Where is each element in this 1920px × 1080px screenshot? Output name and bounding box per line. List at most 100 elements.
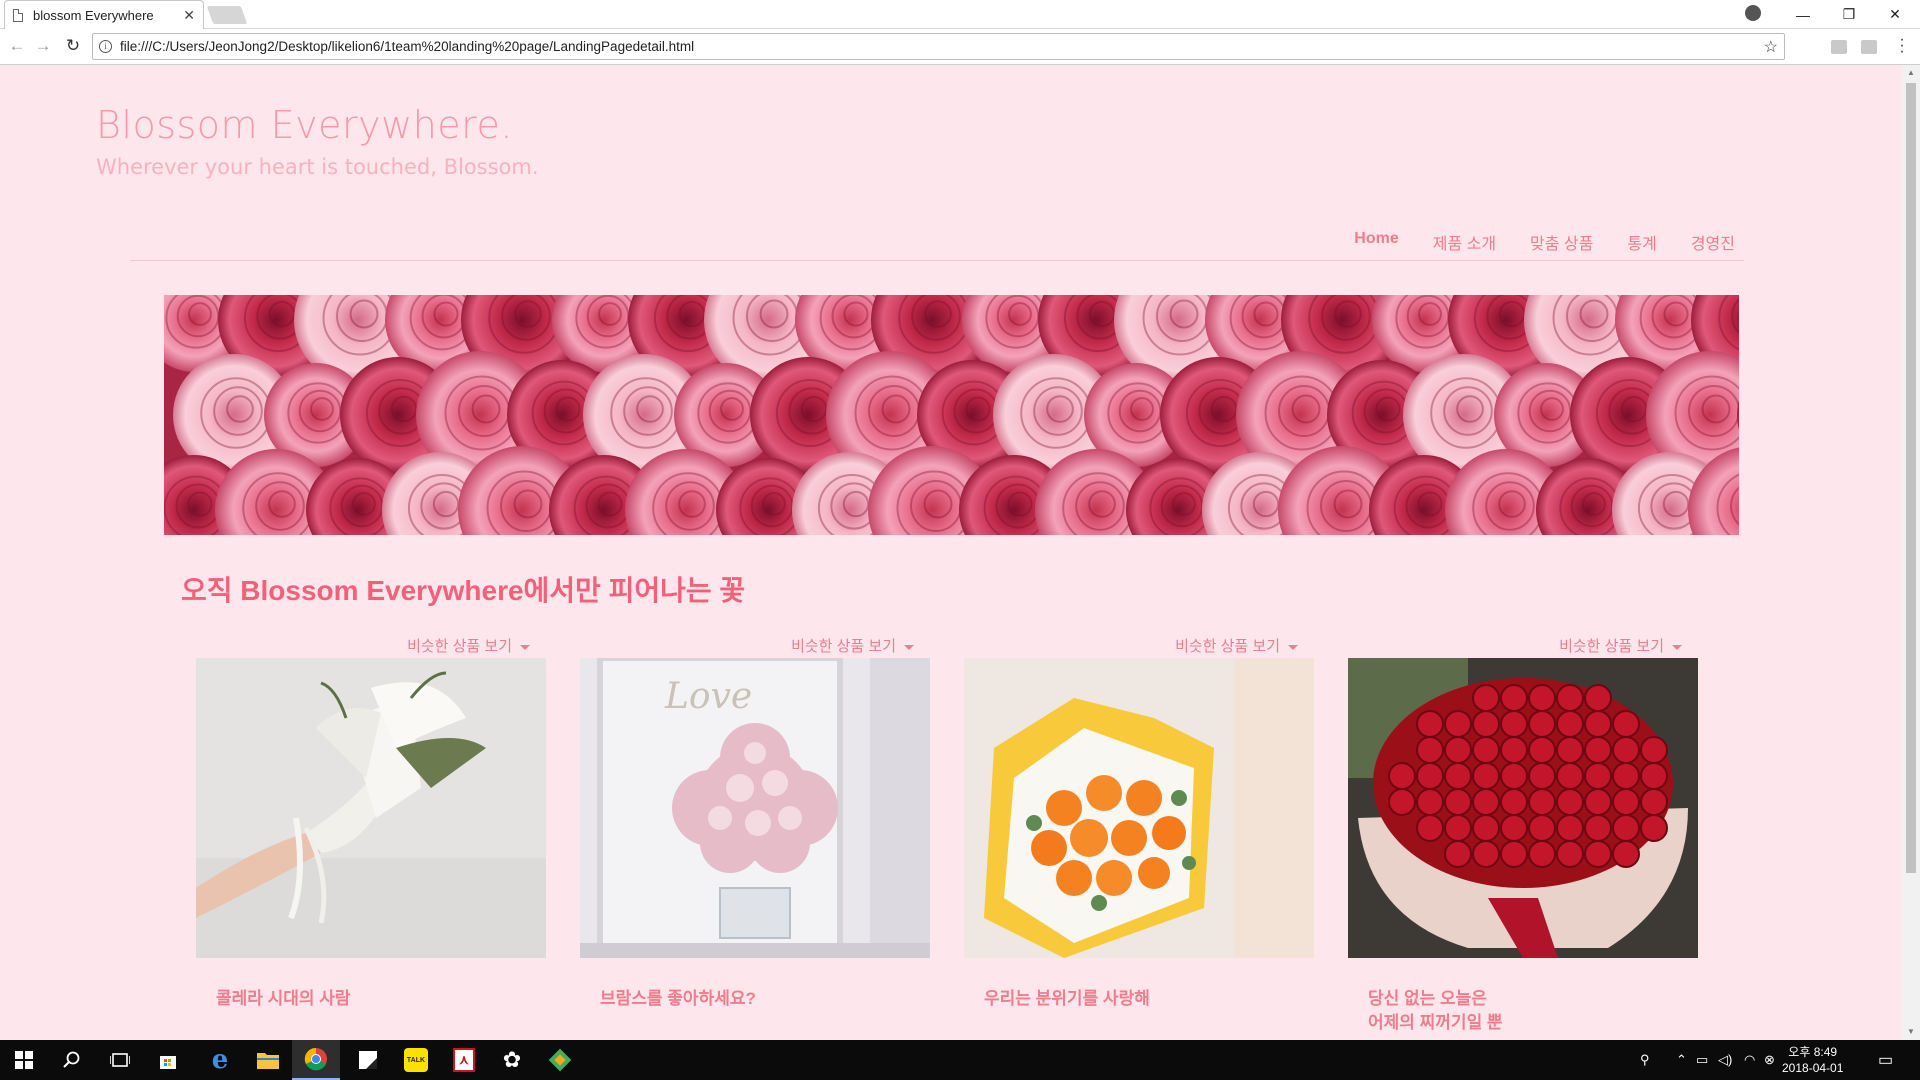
nav-custom[interactable]: 맞춤 상품 — [1513, 230, 1610, 254]
red-rose-shape — [1640, 762, 1668, 790]
product-image-calla-lily[interactable] — [196, 658, 546, 958]
caption-line: 어제의 찌꺼기일 뿐 — [1368, 1013, 1503, 1032]
similar-products-dropdown[interactable]: 비슷한 상품 보기 — [791, 635, 914, 656]
site-brand[interactable]: Blossom Everywhere. — [96, 103, 513, 147]
red-rose-shape — [1556, 684, 1584, 712]
red-rose-shape — [1556, 814, 1584, 842]
tab-close-button[interactable]: ✕ — [183, 7, 195, 24]
similar-products-dropdown[interactable]: 비슷한 상품 보기 — [1175, 635, 1298, 656]
clock-date: 2018-04-01 — [1782, 1061, 1844, 1075]
red-rose-shape — [1584, 710, 1612, 738]
close-window-button[interactable]: ✕ — [1872, 0, 1918, 29]
similar-products-dropdown[interactable]: 비슷한 상품 보기 — [407, 635, 530, 656]
red-rose-shape — [1556, 840, 1584, 868]
network-status-icon[interactable]: ⊗ — [1764, 1052, 1775, 1068]
nav-executives[interactable]: 경영진 — [1674, 230, 1752, 254]
caret-down-icon — [1288, 644, 1298, 650]
minimize-button[interactable]: — — [1780, 0, 1826, 29]
extension-icon[interactable] — [1831, 40, 1847, 54]
product-caption[interactable]: 우리는 분위기를 사랑해 — [984, 987, 1150, 1011]
kakaotalk-label: TALK — [404, 1048, 428, 1072]
task-view-icon[interactable] — [96, 1040, 144, 1080]
red-rose-shape — [1584, 840, 1612, 868]
forward-button[interactable]: → — [32, 36, 54, 56]
red-rose-shape — [1556, 788, 1584, 816]
edge-icon[interactable]: e — [196, 1040, 244, 1080]
main-nav: Home 제품 소개 맞춤 상품 통계 경영진 — [1337, 230, 1752, 254]
profile-icon[interactable] — [1745, 5, 1761, 21]
scroll-up-arrow-icon[interactable]: ▲ — [1907, 68, 1915, 77]
product-image-red-roses[interactable] — [1348, 658, 1698, 958]
similar-products-dropdown[interactable]: 비슷한 상품 보기 — [1559, 635, 1682, 656]
caret-down-icon — [904, 644, 914, 650]
red-rose-shape — [1584, 788, 1612, 816]
web-page: Blossom Everywhere. Wherever your heart … — [0, 65, 1902, 1040]
product-caption[interactable]: 브람스를 좋아하세요? — [600, 987, 756, 1011]
dropdown-label: 비슷한 상품 보기 — [1559, 638, 1664, 655]
vertical-scrollbar[interactable]: ▲ ▼ — [1902, 65, 1920, 1040]
kakaotalk-icon[interactable]: TALK — [392, 1040, 440, 1080]
red-rose-shape — [1416, 814, 1444, 842]
scrollbar-thumb[interactable] — [1906, 83, 1916, 873]
bookmark-star-icon[interactable]: ☆ — [1764, 37, 1778, 57]
gear-app-icon[interactable]: ✿ — [488, 1040, 536, 1080]
red-rose-shape — [1556, 736, 1584, 764]
browser-tab[interactable]: blossom Everywhere ✕ — [4, 0, 204, 29]
product-caption[interactable]: 당신 없는 오늘은 어제의 찌꺼기일 뿐 — [1368, 987, 1503, 1035]
volume-icon[interactable]: ◁) — [1718, 1052, 1732, 1068]
nav-home[interactable]: Home — [1337, 230, 1415, 254]
chevron-up-icon[interactable]: ⌃ — [1676, 1052, 1687, 1068]
red-rose-shape — [1416, 710, 1444, 738]
section-heading: 오직 Blossom Everywhere에서만 피어나는 꽃 — [181, 575, 746, 606]
action-center-icon[interactable]: ▭ — [1878, 1050, 1893, 1070]
chrome-icon[interactable] — [292, 1040, 340, 1080]
red-rose-shape — [1584, 814, 1612, 842]
red-rose-shape — [1612, 736, 1640, 764]
caption-line: 콜레라 시대의 사람 — [216, 989, 351, 1008]
red-rose-shape — [1556, 762, 1584, 790]
git-app-icon[interactable] — [536, 1040, 584, 1080]
store-icon[interactable] — [144, 1040, 192, 1080]
sticky-notes-icon[interactable] — [344, 1040, 392, 1080]
acrobat-icon[interactable]: ⋏ — [440, 1040, 488, 1080]
red-rose-shape — [1528, 736, 1556, 764]
search-icon[interactable] — [48, 1040, 96, 1080]
product-image-hydrangea[interactable]: Love — [580, 658, 930, 958]
extension-icon[interactable] — [1861, 40, 1877, 54]
caption-line: 당신 없는 오늘은 — [1368, 989, 1487, 1008]
caret-down-icon — [1672, 644, 1682, 650]
restore-button[interactable]: ❐ — [1826, 0, 1872, 29]
nav-stats[interactable]: 통계 — [1610, 230, 1673, 254]
people-icon[interactable]: ⚲ — [1640, 1052, 1650, 1068]
red-rose-shape — [1444, 762, 1472, 790]
nav-products[interactable]: 제품 소개 — [1416, 230, 1513, 254]
info-icon[interactable]: i — [99, 40, 112, 53]
scroll-down-arrow-icon[interactable]: ▼ — [1907, 1027, 1915, 1036]
windows-start-icon[interactable] — [0, 1040, 48, 1080]
address-bar[interactable]: i file:///C:/Users/JeonJong2/Desktop/lik… — [92, 33, 1785, 60]
system-clock[interactable]: 오후 8:49 2018-04-01 — [1782, 1044, 1843, 1076]
back-button[interactable]: ← — [6, 36, 28, 56]
red-rose-shape — [1640, 814, 1668, 842]
battery-icon[interactable]: ▭ — [1696, 1052, 1708, 1068]
tab-title: blossom Everywhere — [33, 7, 154, 23]
url-text[interactable]: file:///C:/Users/JeonJong2/Desktop/likel… — [120, 39, 694, 54]
red-rose-shape — [1528, 684, 1556, 712]
new-tab-button[interactable] — [206, 6, 248, 24]
reload-button[interactable]: ↻ — [62, 36, 84, 56]
wifi-icon[interactable]: ◠ — [1744, 1052, 1755, 1068]
red-rose-shape — [1444, 710, 1472, 738]
red-rose-shape — [1500, 840, 1528, 868]
red-rose-shape — [1584, 684, 1612, 712]
red-rose-shape — [1416, 762, 1444, 790]
red-rose-shape — [1472, 814, 1500, 842]
browser-menu-icon[interactable]: · · · — [1896, 32, 1908, 60]
site-tagline: Wherever your heart is touched, Blossom. — [96, 155, 539, 179]
file-explorer-icon[interactable] — [244, 1040, 292, 1080]
product-caption[interactable]: 콜레라 시대의 사람 — [216, 987, 351, 1011]
caption-line: 브람스를 좋아하세요? — [600, 989, 756, 1008]
red-rose-shape — [1640, 736, 1668, 764]
red-rose-shape — [1444, 788, 1472, 816]
red-rose-shape — [1556, 710, 1584, 738]
product-image-orange-roses[interactable] — [964, 658, 1314, 958]
